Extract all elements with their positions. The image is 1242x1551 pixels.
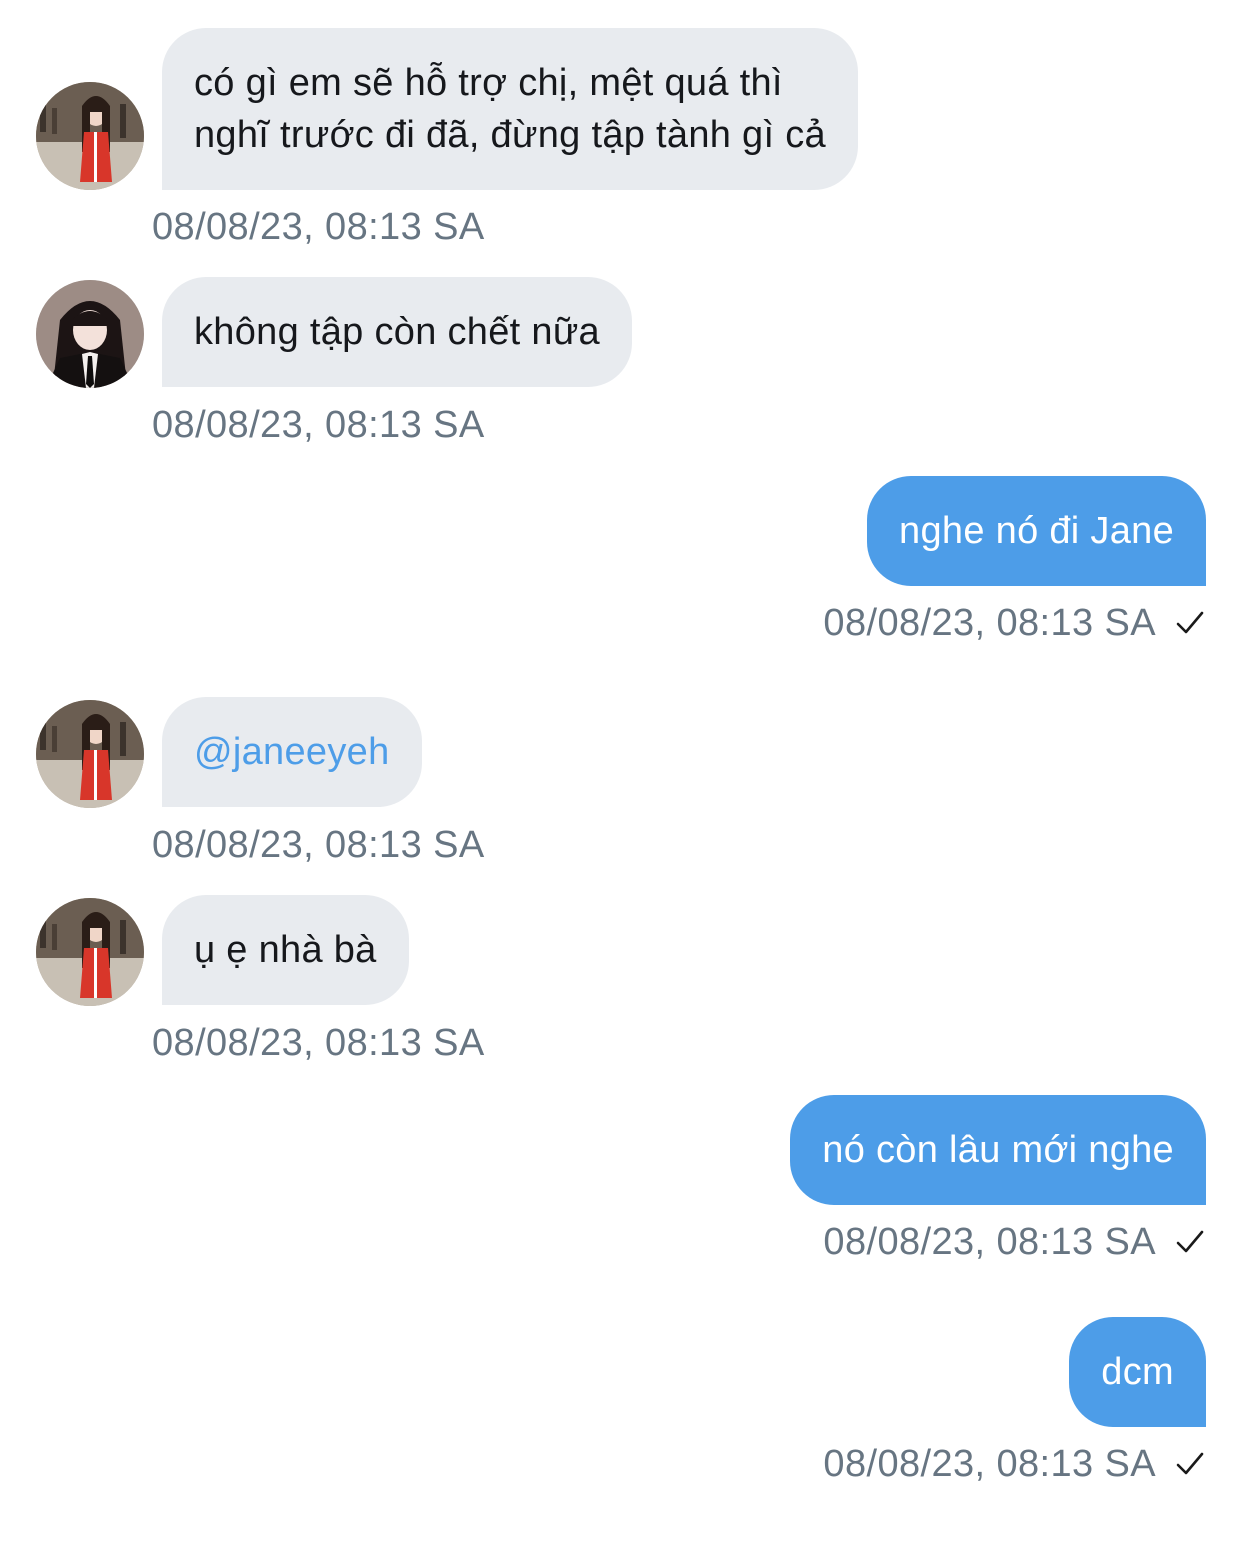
avatar-red-shirt[interactable]: [36, 82, 144, 190]
message-timestamp-row: 08/08/23, 08:13 SA: [823, 601, 1206, 645]
check-icon: [1176, 1230, 1204, 1253]
message-bubble-incoming[interactable]: có gì em sẽ hỗ trợ chị, mệt quá thì nghĩ…: [162, 28, 858, 190]
message-text: ụ ẹ nhà bà: [194, 929, 377, 971]
message-timestamp: 08/08/23, 08:13 SA: [152, 404, 485, 446]
avatar-suit-image: [36, 280, 144, 388]
avatar-red-shirt-image: [36, 898, 144, 1006]
avatar-red-shirt[interactable]: [36, 898, 144, 1006]
message-bubble-incoming[interactable]: không tập còn chết nữa: [162, 277, 632, 387]
message-timestamp: 08/08/23, 08:13 SA: [823, 602, 1156, 644]
message-text: nó còn lâu mới nghe: [822, 1129, 1174, 1171]
avatar-red-shirt-image: [36, 82, 144, 190]
message-line: nghĩ trước đi đã, đừng tập tành gì cả: [194, 114, 826, 156]
message-timestamp: 08/08/23, 08:13 SA: [152, 206, 485, 248]
message-bubble-incoming[interactable]: ụ ẹ nhà bà: [162, 895, 409, 1005]
message-text: không tập còn chết nữa: [194, 311, 600, 353]
avatar-red-shirt-image: [36, 700, 144, 808]
message-bubble-outgoing[interactable]: dcm: [1069, 1317, 1206, 1427]
message-timestamp: 08/08/23, 08:13 SA: [823, 1443, 1156, 1485]
message-line: có gì em sẽ hỗ trợ chị, mệt quá thì: [194, 62, 783, 104]
message-timestamp-row: 08/08/23, 08:13 SA: [823, 1442, 1206, 1486]
mention-link[interactable]: @janeeyeh: [194, 726, 390, 778]
message-timestamp: 08/08/23, 08:13 SA: [152, 1022, 485, 1064]
message-timestamp: 08/08/23, 08:13 SA: [152, 824, 485, 866]
message-timestamp-row: 08/08/23, 08:13 SA: [823, 1220, 1206, 1264]
message-bubble-outgoing[interactable]: nghe nó đi Jane: [867, 476, 1206, 586]
avatar-red-shirt[interactable]: [36, 700, 144, 808]
message-text: dcm: [1101, 1351, 1174, 1393]
message-bubble-incoming[interactable]: @janeeyeh: [162, 697, 422, 807]
message-text: nghe nó đi Jane: [899, 510, 1174, 552]
check-icon: [1176, 1452, 1204, 1475]
check-icon: [1176, 611, 1204, 634]
avatar-suit[interactable]: [36, 280, 144, 388]
message-bubble-outgoing[interactable]: nó còn lâu mới nghe: [790, 1095, 1206, 1205]
message-timestamp: 08/08/23, 08:13 SA: [823, 1221, 1156, 1263]
